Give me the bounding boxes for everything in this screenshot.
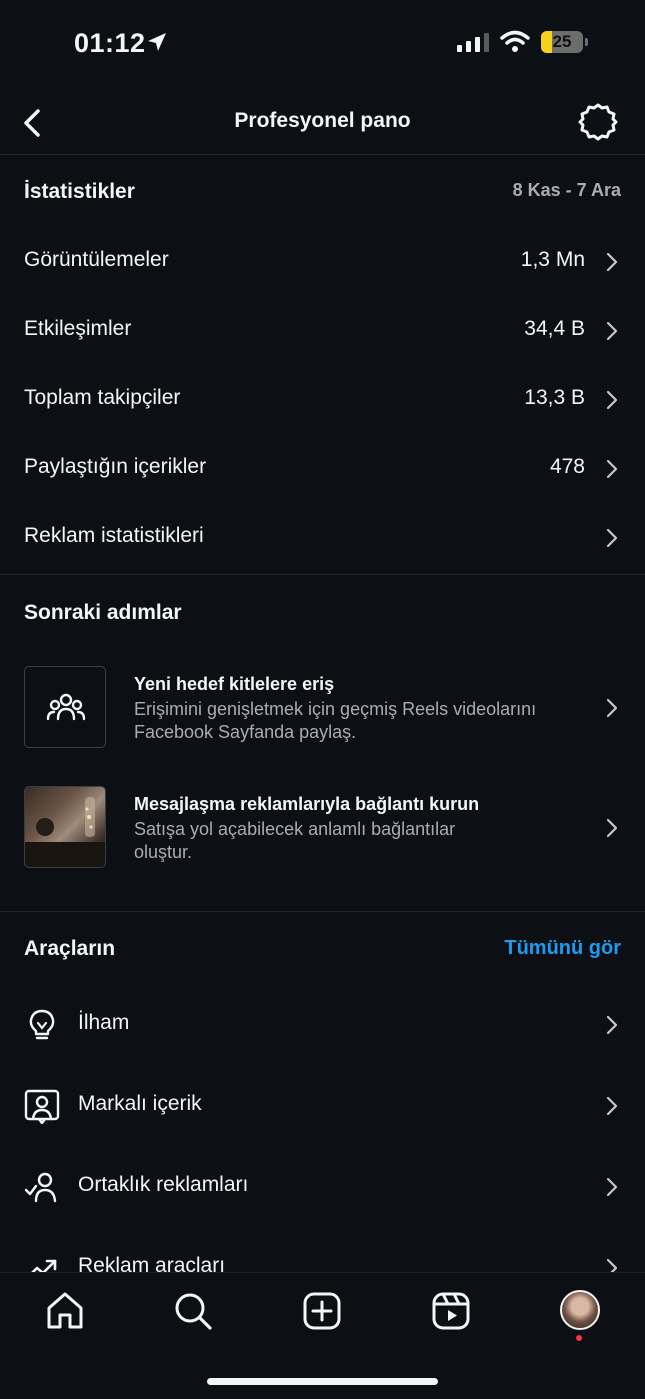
audience-icon-box [24,666,106,748]
stat-row-interactions[interactable]: Etkileşimler 34,4 B [0,301,645,361]
divider [0,154,645,155]
chevron-right-icon [606,321,618,341]
gear-icon[interactable] [576,100,620,144]
stat-label: Etkileşimler [24,317,132,340]
tool-label: Ortaklık reklamları [78,1173,249,1196]
home-icon[interactable] [41,1287,89,1335]
see-all-link[interactable]: Tümünü gör [504,937,621,960]
tool-branded-content[interactable]: Markalı içerik [0,1080,645,1142]
stat-row-followers[interactable]: Toplam takipçiler 13,3 B [0,370,645,430]
wifi-icon [500,30,530,52]
tool-label: İlham [78,1011,130,1034]
audience-icon [46,693,86,721]
tools-title: Araçların [24,937,116,960]
lightbulb-icon [29,1009,55,1040]
step-description: Satışa yol açabilecek anlamlı bağlantıla… [134,819,456,862]
step-title: Yeni hedef kitlelere eriş [134,674,335,694]
stat-label: Reklam istatistikleri [24,524,204,547]
stat-value: 34,4 B [524,317,585,340]
stat-label: Görüntülemeler [24,248,169,271]
divider [0,574,645,575]
stat-value: 1,3 Mn [520,248,585,271]
chevron-right-icon [606,252,618,272]
stat-row-ad-stats[interactable]: Reklam istatistikleri [0,508,645,568]
chevron-right-icon [606,528,618,548]
partnership-icon [24,1172,57,1203]
stat-row-views[interactable]: Görüntülemeler 1,3 Mn [0,232,645,292]
stat-value: 13,3 B [524,386,585,409]
create-icon[interactable] [298,1287,346,1335]
thumbnail-image [25,797,105,867]
next-step-new-audiences[interactable]: Yeni hedef kitlelere eriş Erişimini geni… [0,666,645,754]
tool-label: Markalı içerik [78,1092,202,1115]
stat-label: Toplam takipçiler [24,386,181,409]
step-title: Mesajlaşma reklamlarıyla bağlantı kurun [134,794,480,814]
home-indicator [207,1378,438,1385]
stat-value: 478 [549,455,585,478]
branded-content-icon [24,1089,60,1124]
stat-row-content-shared[interactable]: Paylaştığın içerikler 478 [0,439,645,499]
page-title: Profesyonel pano [234,109,411,132]
stats-title: İstatistikler [24,180,135,203]
chevron-right-icon [606,390,618,410]
reels-icon[interactable] [427,1287,475,1335]
tool-partnership-ads[interactable]: Ortaklık reklamları [0,1161,645,1223]
battery-indicator: 25 [541,31,591,55]
divider [0,911,645,912]
tool-inspiration[interactable]: İlham [0,999,645,1061]
photo-thumbnail [24,786,106,868]
top-nav: Profesyonel pano [0,95,645,153]
stat-label: Paylaştığın içerikler [24,455,207,478]
chevron-right-icon [606,818,618,838]
next-steps-title: Sonraki adımlar [24,601,182,624]
location-arrow-icon [148,33,166,51]
profile-avatar[interactable] [560,1290,600,1330]
notification-dot [576,1335,582,1341]
search-icon[interactable] [169,1287,217,1335]
status-time: 01:12 [74,28,146,58]
chevron-right-icon [606,1015,618,1035]
step-description: Erişimini genişletmek için geçmiş Reels … [134,699,537,742]
chevron-right-icon [606,1096,618,1116]
date-range[interactable]: 8 Kas - 7 Ara [513,180,621,201]
chevron-right-icon [606,1177,618,1197]
next-step-messaging-ads[interactable]: Mesajlaşma reklamlarıyla bağlantı kurun … [0,786,645,874]
chevron-right-icon [606,698,618,718]
signal-icon [457,33,489,52]
status-bar: 01:12 25 [0,0,645,90]
chevron-right-icon [606,459,618,479]
